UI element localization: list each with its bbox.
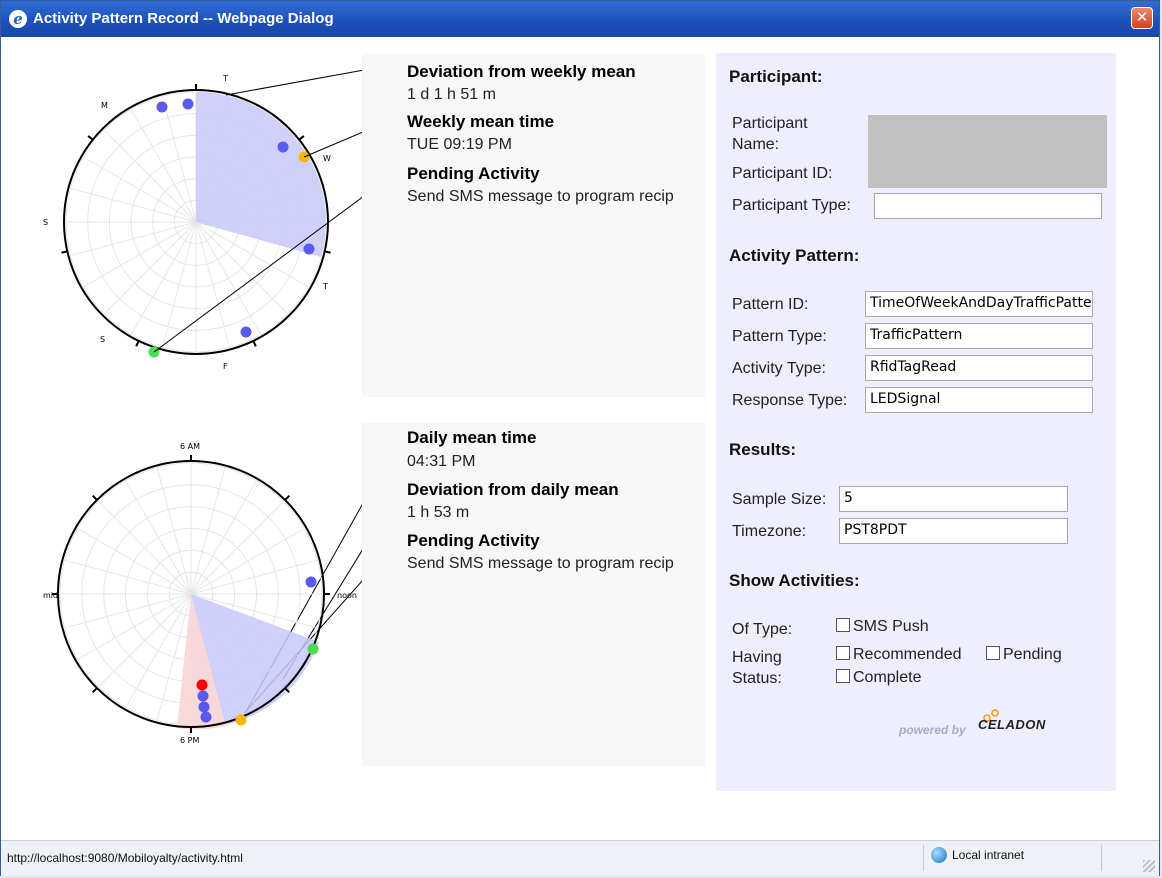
globe-icon <box>931 847 947 863</box>
daily-pending-title: Pending Activity <box>407 531 540 550</box>
daily-label-6am: 6 AM <box>180 442 200 451</box>
daily-info-panel: Daily mean time 04:31 PM Deviation from … <box>362 423 705 766</box>
security-zone[interactable]: Local intranet <box>931 847 1024 863</box>
sms-push-checkbox[interactable]: SMS Push <box>836 618 929 636</box>
dialog-window: e Activity Pattern Record -- Webpage Dia… <box>0 0 1160 876</box>
activity-pattern-section-title: Activity Pattern: <box>729 246 860 265</box>
recommended-checkbox[interactable]: Recommended <box>836 646 962 664</box>
daily-pending-dot[interactable] <box>196 679 208 691</box>
daily-activity-dot[interactable] <box>197 690 209 702</box>
weekly-mean-value: TUE 09:19 PM <box>407 136 512 153</box>
dialog-content: M T W T F S S Deviation from weekly mean… <box>1 37 1159 840</box>
participant-type-field[interactable] <box>874 193 1102 219</box>
pattern-type-field[interactable]: TrafficPattern <box>865 323 1093 349</box>
ie-icon: e <box>9 10 27 28</box>
status-separator <box>923 845 924 871</box>
close-button[interactable]: ✕ <box>1131 7 1153 29</box>
checkbox-icon <box>836 669 850 683</box>
results-section-title: Results: <box>729 440 797 459</box>
daily-label-6pm: 6 PM <box>180 736 199 745</box>
show-activities-section-title: Show Activities: <box>729 571 860 590</box>
daily-mean-marker[interactable] <box>235 714 247 726</box>
checkbox-icon <box>836 646 850 660</box>
pending-label: Pending <box>1003 646 1062 663</box>
powered-by-text: powered by <box>899 723 966 737</box>
pattern-type-label: Pattern Type: <box>732 328 827 345</box>
daily-activity-dot[interactable] <box>305 576 317 588</box>
timezone-label: Timezone: <box>732 523 807 540</box>
zone-label: Local intranet <box>952 848 1025 862</box>
daily-pending-value: Send SMS message to program recip <box>407 555 674 572</box>
of-type-label: Of Type: <box>732 621 793 638</box>
activity-type-label: Activity Type: <box>732 360 826 377</box>
participant-section-title: Participant: <box>729 67 823 86</box>
daily-activity-dot[interactable] <box>198 701 210 713</box>
resize-grip[interactable] <box>1143 860 1155 872</box>
participant-id-label: Participant ID: <box>732 165 833 182</box>
status-url: http://localhost:9080/Mobiloyalty/activi… <box>7 851 243 865</box>
participant-redacted-block <box>868 115 1107 188</box>
status-bar: http://localhost:9080/Mobiloyalty/activi… <box>1 840 1159 876</box>
complete-label: Complete <box>853 669 922 686</box>
daily-deviation-value: 1 h 53 m <box>407 504 470 521</box>
daily-deviation-marker[interactable] <box>307 643 319 655</box>
weekly-deviation-title: Deviation from weekly mean <box>407 62 636 81</box>
details-panel: Participant: Participant Name: Participa… <box>716 53 1116 791</box>
daily-activity-dot[interactable] <box>200 711 212 723</box>
title-bar[interactable]: e Activity Pattern Record -- Webpage Dia… <box>1 1 1159 37</box>
sample-size-label: Sample Size: <box>732 491 827 508</box>
daily-polar-chart: 6 AM noon 6 PM mid <box>43 442 357 745</box>
sms-push-label: SMS Push <box>853 618 929 635</box>
weekly-pending-title: Pending Activity <box>407 164 540 183</box>
response-type-field[interactable]: LEDSignal <box>865 387 1093 413</box>
weekly-pending-value: Send SMS message to program recip <box>407 188 674 205</box>
celadon-brand-text: CELADON <box>978 717 1046 732</box>
weekly-mean-title: Weekly mean time <box>407 112 555 131</box>
pattern-id-field[interactable]: TimeOfWeekAndDayTrafficPattern <box>865 291 1093 317</box>
window-title: Activity Pattern Record -- Webpage Dialo… <box>33 10 334 27</box>
response-type-label: Response Type: <box>732 392 848 409</box>
having-status-line-2: Status: <box>732 670 782 687</box>
daily-label-noon: noon <box>337 591 357 600</box>
participant-type-label: Participant Type: <box>732 197 851 214</box>
daily-label-mid: mid <box>43 591 58 600</box>
recommended-label: Recommended <box>853 646 962 663</box>
checkbox-icon <box>836 618 850 632</box>
checkbox-icon <box>986 646 1000 660</box>
complete-checkbox[interactable]: Complete <box>836 669 921 687</box>
participant-name-label: Participant Name: <box>732 115 808 153</box>
activity-type-field[interactable]: RfidTagRead <box>865 355 1093 381</box>
timezone-field[interactable]: PST8PDT <box>839 518 1068 544</box>
weekly-info-panel: Deviation from weekly mean 1 d 1 h 51 m … <box>362 54 705 397</box>
having-status-label: Having Status: <box>732 647 782 689</box>
pending-checkbox[interactable]: Pending <box>986 646 1062 664</box>
daily-mean-title: Daily mean time <box>407 428 537 447</box>
sample-size-field[interactable]: 5 <box>839 486 1068 512</box>
daily-mean-value: 04:31 PM <box>407 453 476 470</box>
having-status-line-1: Having <box>732 649 782 666</box>
weekly-deviation-value: 1 d 1 h 51 m <box>407 86 496 103</box>
pattern-id-label: Pattern ID: <box>732 296 809 313</box>
daily-deviation-title: Deviation from daily mean <box>407 480 619 499</box>
status-separator <box>1101 845 1102 871</box>
